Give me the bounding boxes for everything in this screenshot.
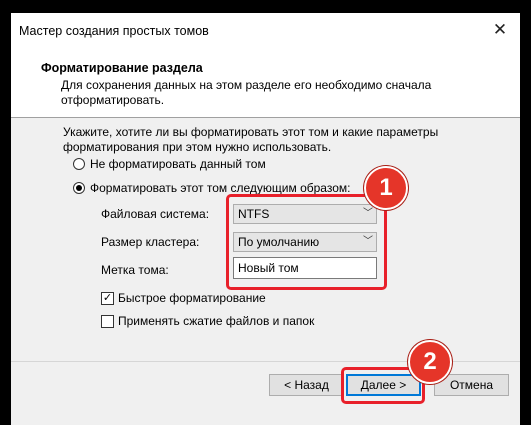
radio-circle[interactable]	[73, 158, 85, 170]
fs-label: Файловая система:	[101, 207, 210, 221]
title-bar: Мастер создания простых томов ✕	[11, 13, 520, 51]
page-subtitle: Для сохранения данных на этом разделе ег…	[61, 78, 432, 107]
checkbox-box[interactable]	[101, 314, 114, 328]
quick-format-label: Быстрое форматирование	[118, 291, 266, 305]
close-icon[interactable]: ✕	[490, 20, 510, 40]
radio-format[interactable]: Форматировать этот том следующим образом…	[73, 181, 350, 195]
page-title: Форматирование раздела	[41, 61, 203, 75]
checkbox-compression[interactable]: Применять сжатие файлов и папок	[101, 314, 314, 328]
radio-no-format-label: Не форматировать данный том	[90, 157, 266, 171]
volume-label: Метка тома:	[101, 263, 169, 277]
window-title: Мастер создания простых томов	[19, 24, 209, 38]
radio-no-format[interactable]: Не форматировать данный том	[73, 157, 266, 171]
step-badge-1: 1	[364, 166, 408, 210]
checkbox-quick-format[interactable]: ✓ Быстрое форматирование	[101, 291, 266, 305]
step-badge-2: 2	[408, 340, 452, 384]
intro-text: Укажите, хотите ли вы форматировать этот…	[63, 125, 439, 154]
back-button[interactable]: < Назад	[269, 374, 344, 396]
radio-circle-selected[interactable]	[73, 182, 85, 194]
radio-format-label: Форматировать этот том следующим образом…	[90, 181, 351, 195]
highlight-box-fields	[226, 194, 387, 290]
checkmark-icon[interactable]: ✓	[101, 291, 114, 305]
compression-label: Применять сжатие файлов и папок	[118, 314, 315, 328]
cluster-label: Размер кластера:	[101, 235, 200, 249]
wizard-header: Форматирование раздела Для сохранения да…	[11, 51, 520, 118]
